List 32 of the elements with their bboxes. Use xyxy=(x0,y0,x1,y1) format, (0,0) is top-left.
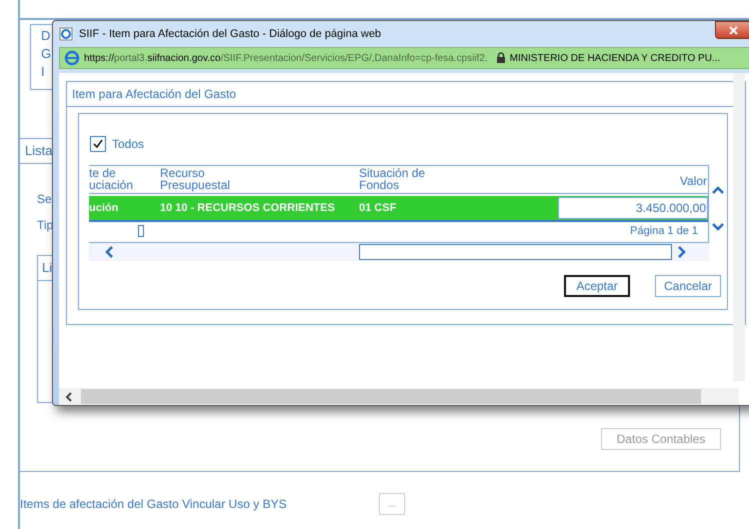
close-button[interactable] xyxy=(715,21,749,39)
close-icon xyxy=(728,26,738,34)
url-text: https://portal3.siifnacion.gov.co/SIIF.Presentacion/Servicios/EPG/,DanaInfo=cp-fesa.cpsiif2. xyxy=(84,52,488,66)
checkbox-label: Todos xyxy=(112,136,144,153)
checkmark-icon xyxy=(93,139,103,149)
select-all-checkbox[interactable] xyxy=(90,136,106,152)
row-marker-icon xyxy=(138,225,144,237)
site-name: MINISTERIO DE HACIENDA Y CREDITO PU... xyxy=(510,52,720,66)
table-row[interactable]: ución 10 10 - RECURSOS CORRIENTES 01 CSF 3.450.000,00 xyxy=(89,196,708,220)
field-label: I xyxy=(41,65,45,79)
horizontal-scrollbar[interactable] xyxy=(59,388,739,405)
scroll-thumb[interactable] xyxy=(81,389,701,404)
column-header: Situación de Fondos xyxy=(359,167,426,191)
browser-icon xyxy=(59,27,73,41)
column-header: te de uciación xyxy=(89,167,134,191)
dialog-button[interactable]: Aceptar xyxy=(564,275,630,297)
lock-icon xyxy=(496,52,506,64)
dialog-button[interactable]: Cancelar xyxy=(655,275,721,297)
table-cell-text: 01 CSF xyxy=(359,200,398,216)
scroll-track[interactable] xyxy=(359,244,672,260)
pager-text: Página 1 de 1 xyxy=(630,224,699,239)
vertical-scrollbar[interactable] xyxy=(733,73,745,381)
field-label: D xyxy=(41,29,50,43)
window-title: SIIF - Item para Afectación del Gasto - Diálogo de página web xyxy=(79,26,382,42)
value-field[interactable]: 3.450.000,00 xyxy=(558,197,708,219)
field-label: G xyxy=(41,47,52,61)
table-cell-text: ución xyxy=(89,200,120,216)
field-label: Se xyxy=(37,190,52,208)
column-header: Recurso Presupuestal xyxy=(160,167,232,191)
table-cell-text: 10 10 - RECURSOS CORRIENTES xyxy=(160,200,336,216)
browser-icon xyxy=(64,50,80,66)
column-header: Valor xyxy=(678,173,707,187)
